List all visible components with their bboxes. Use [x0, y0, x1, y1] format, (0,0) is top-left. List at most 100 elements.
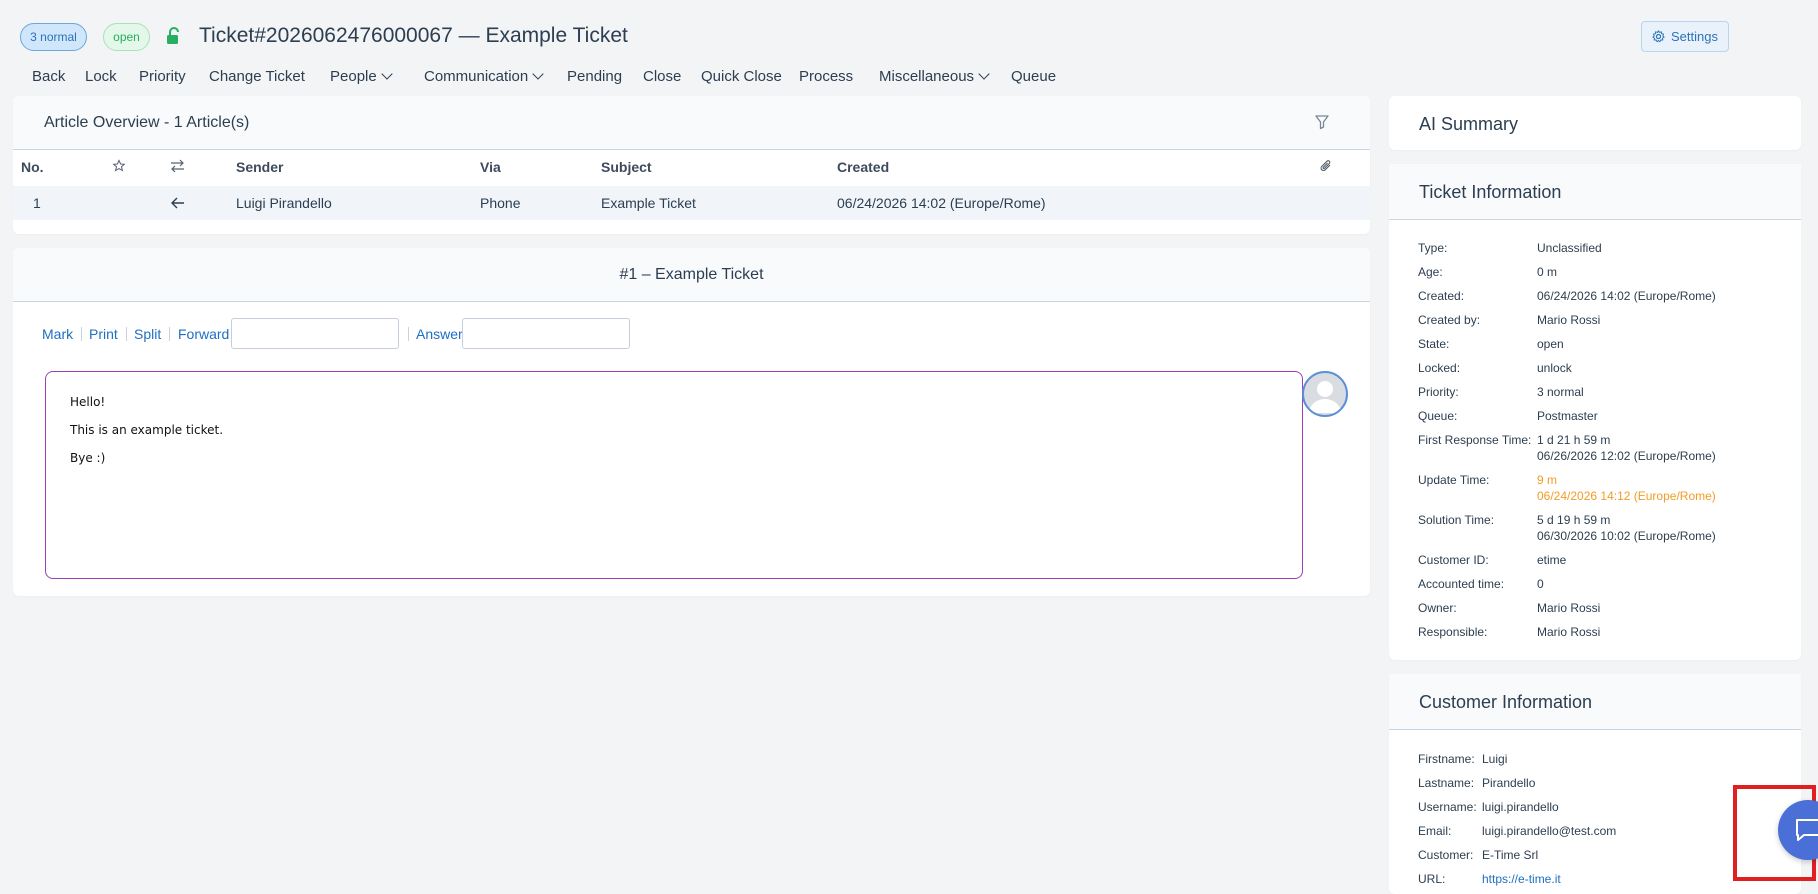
answer-select[interactable]: [462, 318, 630, 349]
col-created[interactable]: Created: [837, 159, 889, 175]
priority-badge: 3 normal: [20, 23, 87, 51]
forward-link[interactable]: Forward: [178, 326, 229, 342]
divider: [81, 327, 82, 341]
info-value-detail: 06/30/2026 10:02 (Europe/Rome): [1537, 529, 1716, 543]
chat-icon: [1796, 819, 1818, 841]
info-value: 1 d 21 h 59 m: [1537, 433, 1611, 447]
article-detail-header: #1 – Example Ticket: [13, 248, 1370, 302]
forward-select[interactable]: [231, 318, 399, 349]
info-value: Mario Rossi: [1537, 601, 1601, 615]
info-row: Created: 06/24/2026 14:02 (Europe/Rome): [1418, 289, 1778, 305]
chevron-down-icon: [978, 68, 990, 80]
info-key: URL:: [1418, 872, 1446, 886]
info-row: Accounted time: 0: [1418, 577, 1778, 593]
gear-icon: [1652, 30, 1665, 43]
chevron-down-icon: [381, 68, 393, 80]
article-overview-header: Article Overview - 1 Article(s): [13, 96, 1370, 150]
menu-change-ticket[interactable]: Change Ticket: [209, 68, 305, 85]
menu-queue[interactable]: Queue: [1011, 68, 1056, 85]
info-key: Lastname:: [1418, 776, 1475, 790]
menu-process[interactable]: Process: [799, 68, 853, 85]
settings-label: Settings: [1671, 29, 1718, 44]
row-created: 06/24/2026 14:02 (Europe/Rome): [837, 195, 1046, 211]
info-row: First Response Time: 1 d 21 h 59 m 06/26/2…: [1418, 433, 1778, 465]
info-row: Age: 0 m: [1418, 265, 1778, 281]
article-body-line: This is an example ticket.: [70, 423, 224, 437]
table-row[interactable]: 1 Luigi Pirandello Phone Example Ticket …: [13, 186, 1370, 220]
article-body-line: Bye :): [70, 451, 106, 465]
info-value-detail: 06/24/2026 14:12 (Europe/Rome): [1537, 489, 1716, 503]
url-link[interactable]: https://e-time.it: [1482, 872, 1561, 886]
menu-miscellaneous-label: Miscellaneous: [879, 68, 975, 85]
menu-quick-close[interactable]: Quick Close: [701, 68, 782, 85]
article-body: Hello! This is an example ticket. Bye :): [45, 371, 1303, 579]
info-key: Accounted time:: [1418, 577, 1505, 591]
info-value: luigi.pirandello@test.com: [1482, 824, 1617, 838]
info-row: Firstname: Luigi: [1418, 752, 1778, 768]
user-icon: [1309, 381, 1341, 413]
info-value: Mario Rossi: [1537, 313, 1601, 327]
direction-icon[interactable]: [170, 159, 185, 173]
print-link[interactable]: Print: [89, 326, 118, 342]
info-row: Responsible: Mario Rossi: [1418, 625, 1778, 641]
info-value: luigi.pirandello: [1482, 800, 1559, 814]
row-via: Phone: [480, 195, 521, 211]
info-row: Lastname: Pirandello: [1418, 776, 1778, 792]
menu-people[interactable]: People: [330, 68, 393, 85]
info-key: Responsible:: [1418, 625, 1488, 639]
info-key: Username:: [1418, 800, 1477, 814]
answer-link[interactable]: Answer: [416, 326, 463, 342]
info-key: Created by:: [1418, 313, 1481, 327]
star-icon[interactable]: [112, 159, 126, 173]
info-row: URL: https://e-time.it: [1418, 872, 1778, 888]
info-row: Priority: 3 normal: [1418, 385, 1778, 401]
info-key: Locked:: [1418, 361, 1461, 375]
info-value-detail: 06/26/2026 12:02 (Europe/Rome): [1537, 449, 1716, 463]
info-row: Username: luigi.pirandello: [1418, 800, 1778, 816]
settings-button[interactable]: Settings: [1641, 21, 1729, 52]
attachment-icon: [1320, 160, 1331, 171]
menu-people-label: People: [330, 68, 377, 85]
menu-communication[interactable]: Communication: [424, 68, 544, 85]
info-value: 06/24/2026 14:02 (Europe/Rome): [1537, 289, 1716, 303]
info-value: 9 m: [1537, 473, 1558, 487]
info-row: Created by: Mario Rossi: [1418, 313, 1778, 329]
info-key: Customer ID:: [1418, 553, 1489, 567]
info-key: Created:: [1418, 289, 1465, 303]
info-key: Queue:: [1418, 409, 1458, 423]
split-link[interactable]: Split: [134, 326, 161, 342]
divider: [169, 327, 170, 341]
col-sender[interactable]: Sender: [236, 159, 283, 175]
menu-close[interactable]: Close: [643, 68, 681, 85]
article-body-line: Hello!: [70, 395, 106, 409]
menu-pending[interactable]: Pending: [567, 68, 622, 85]
info-row: State: open: [1418, 337, 1778, 353]
info-key: Firstname:: [1418, 752, 1475, 766]
ai-summary-title: AI Summary: [1419, 114, 1519, 134]
row-subject: Example Ticket: [601, 195, 696, 211]
filter-icon[interactable]: [1314, 114, 1330, 130]
info-key: Email:: [1418, 824, 1452, 838]
info-value: etime: [1537, 553, 1567, 567]
mark-link[interactable]: Mark: [42, 326, 73, 342]
col-subject[interactable]: Subject: [601, 159, 652, 175]
menu-back[interactable]: Back: [32, 68, 65, 85]
info-value: unlock: [1537, 361, 1572, 375]
menu-miscellaneous[interactable]: Miscellaneous: [879, 68, 990, 85]
info-value: Unclassified: [1537, 241, 1602, 255]
col-via[interactable]: Via: [480, 159, 501, 175]
ticket-information-panel: Ticket Information Type: Unclassified Age:…: [1389, 164, 1801, 660]
info-value: 0 m: [1537, 265, 1558, 279]
info-key: Update Time:: [1418, 473, 1490, 487]
col-no[interactable]: No.: [21, 159, 44, 175]
info-row: Type: Unclassified: [1418, 241, 1778, 257]
info-row: Customer: E-Time Srl: [1418, 848, 1778, 864]
divider: [408, 327, 409, 341]
info-value: Luigi: [1482, 752, 1508, 766]
info-value: Mario Rossi: [1537, 625, 1601, 639]
menu-lock[interactable]: Lock: [85, 68, 117, 85]
info-value: open: [1537, 337, 1564, 351]
info-key: Customer:: [1418, 848, 1474, 862]
row-sender: Luigi Pirandello: [236, 195, 332, 211]
menu-priority[interactable]: Priority: [139, 68, 186, 85]
